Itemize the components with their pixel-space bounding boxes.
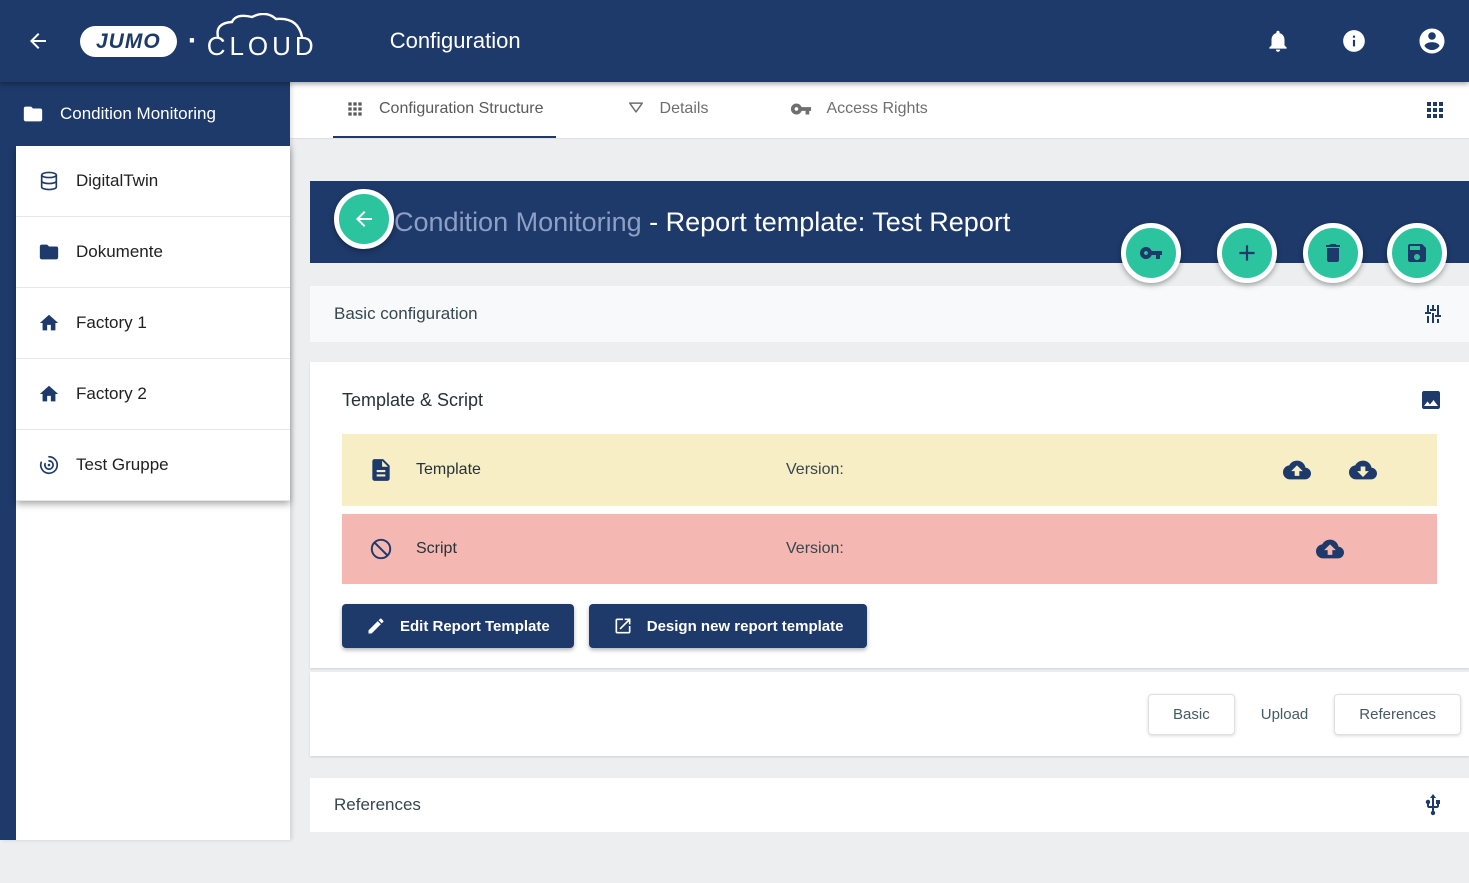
template-script-header: Template & Script	[310, 362, 1469, 434]
plus-icon	[1234, 240, 1260, 266]
open-in-new-icon	[613, 616, 633, 636]
tab-details[interactable]: Details	[614, 82, 721, 138]
upload-button[interactable]: Upload	[1253, 695, 1317, 734]
sidebar-item-factory-1[interactable]: Factory 1	[16, 288, 290, 359]
key-icon	[1139, 241, 1163, 265]
sidebar-item-dokumente[interactable]: Dokumente	[16, 217, 290, 288]
edit-icon	[366, 616, 386, 636]
design-button-label: Design new report template	[647, 618, 844, 635]
script-row: Script Version:	[342, 514, 1437, 584]
main-area: Configuration Structure Details Access R…	[290, 82, 1469, 840]
tab-label: Access Rights	[826, 100, 927, 118]
cloud-upload-icon[interactable]	[1316, 535, 1344, 563]
sidebar-item-test-gruppe[interactable]: Test Gruppe	[16, 430, 290, 501]
tab-access-rights[interactable]: Access Rights	[778, 82, 939, 138]
sidebar-root-label: Condition Monitoring	[60, 104, 216, 124]
basic-configuration-label: Basic configuration	[334, 304, 478, 324]
template-row-actions	[1283, 456, 1437, 484]
back-arrow-icon[interactable]	[26, 29, 50, 53]
apps-grid-icon[interactable]	[1423, 98, 1447, 122]
access-rights-fab-button[interactable]	[1121, 223, 1181, 283]
references-label: References	[334, 795, 421, 815]
topbar: JUMO · CLOUD Configuration	[0, 0, 1469, 82]
target-icon	[38, 454, 60, 476]
filter-icon	[626, 99, 646, 119]
sidebar-item-label: Test Gruppe	[76, 455, 169, 475]
usb-icon[interactable]	[1421, 793, 1445, 817]
cloud-download-icon[interactable]	[1349, 456, 1377, 484]
save-icon	[1405, 241, 1429, 265]
brand-separator: ·	[188, 26, 198, 56]
sidebar-accent-strip	[0, 82, 16, 840]
page-title: Configuration	[390, 28, 521, 54]
sidebar-item-label: Factory 2	[76, 384, 147, 404]
detail-title-prefix: Condition Monitoring	[394, 207, 642, 237]
topbar-actions	[1265, 26, 1447, 56]
detail-title-rest: - Report template: Test Report	[642, 207, 1011, 237]
sidebar-item-digitaltwin[interactable]: DigitalTwin	[16, 146, 290, 217]
detail-title: Condition Monitoring - Report template: …	[334, 176, 1010, 269]
cloud-logo: CLOUD	[207, 21, 318, 62]
home-icon	[38, 383, 60, 405]
sidebar-item-label: Factory 1	[76, 313, 147, 333]
script-off-icon	[368, 536, 394, 562]
template-script-card: Template & Script Template Version: Scri…	[310, 362, 1469, 668]
tab-bar: Configuration Structure Details Access R…	[290, 82, 1469, 139]
cloud-outline-icon	[201, 13, 319, 39]
content-area: Condition Monitoring - Report template: …	[290, 181, 1469, 883]
template-row-label: Template	[416, 461, 786, 479]
home-icon	[38, 312, 60, 334]
document-icon	[368, 457, 394, 483]
brand-logo: JUMO · CLOUD	[80, 21, 318, 62]
folder-icon	[38, 241, 60, 263]
footer-actions-card: Basic Upload References	[310, 672, 1469, 756]
save-fab-button[interactable]	[1387, 223, 1447, 283]
delete-fab-button[interactable]	[1303, 223, 1363, 283]
cloud-upload-icon[interactable]	[1283, 456, 1311, 484]
script-row-label: Script	[416, 540, 786, 558]
sidebar-item-factory-2[interactable]: Factory 2	[16, 359, 290, 430]
template-card-buttons: Edit Report Template Design new report t…	[310, 592, 1469, 668]
template-row: Template Version:	[342, 434, 1437, 506]
script-row-actions	[1316, 535, 1437, 563]
design-new-report-template-button[interactable]: Design new report template	[589, 604, 868, 648]
sidebar-item-condition-monitoring[interactable]: Condition Monitoring	[0, 82, 290, 146]
references-button[interactable]: References	[1334, 694, 1461, 735]
trash-icon	[1321, 241, 1345, 265]
script-version-label: Version:	[786, 540, 844, 558]
image-icon[interactable]	[1419, 388, 1443, 412]
grid-icon	[345, 99, 365, 119]
info-icon[interactable]	[1341, 28, 1367, 54]
digitaltwin-icon	[38, 170, 60, 192]
tune-icon[interactable]	[1421, 302, 1445, 326]
basic-configuration-section[interactable]: Basic configuration	[310, 286, 1469, 342]
sidebar: Condition Monitoring DigitalTwin Dokumen…	[0, 82, 290, 840]
template-script-title: Template & Script	[342, 390, 483, 411]
notifications-icon[interactable]	[1265, 28, 1291, 54]
account-icon[interactable]	[1417, 26, 1447, 56]
tab-label: Details	[660, 100, 709, 118]
sidebar-children-panel: DigitalTwin Dokumente Factory 1 Factory …	[16, 146, 290, 501]
sidebar-item-label: DigitalTwin	[76, 171, 158, 191]
back-fab-button[interactable]	[334, 189, 394, 249]
add-fab-button[interactable]	[1217, 223, 1277, 283]
references-section[interactable]: References	[310, 778, 1469, 832]
detail-header: Condition Monitoring - Report template: …	[310, 181, 1469, 263]
arrow-left-icon	[352, 207, 376, 231]
folder-icon	[22, 103, 44, 125]
sidebar-item-label: Dokumente	[76, 242, 163, 262]
jumo-logo: JUMO	[80, 26, 177, 57]
key-icon	[790, 98, 812, 120]
edit-report-template-button[interactable]: Edit Report Template	[342, 604, 574, 648]
basic-button[interactable]: Basic	[1148, 694, 1235, 735]
edit-button-label: Edit Report Template	[400, 618, 550, 635]
tab-label: Configuration Structure	[379, 100, 544, 118]
tab-configuration-structure[interactable]: Configuration Structure	[333, 82, 556, 138]
template-version-label: Version:	[786, 461, 844, 479]
